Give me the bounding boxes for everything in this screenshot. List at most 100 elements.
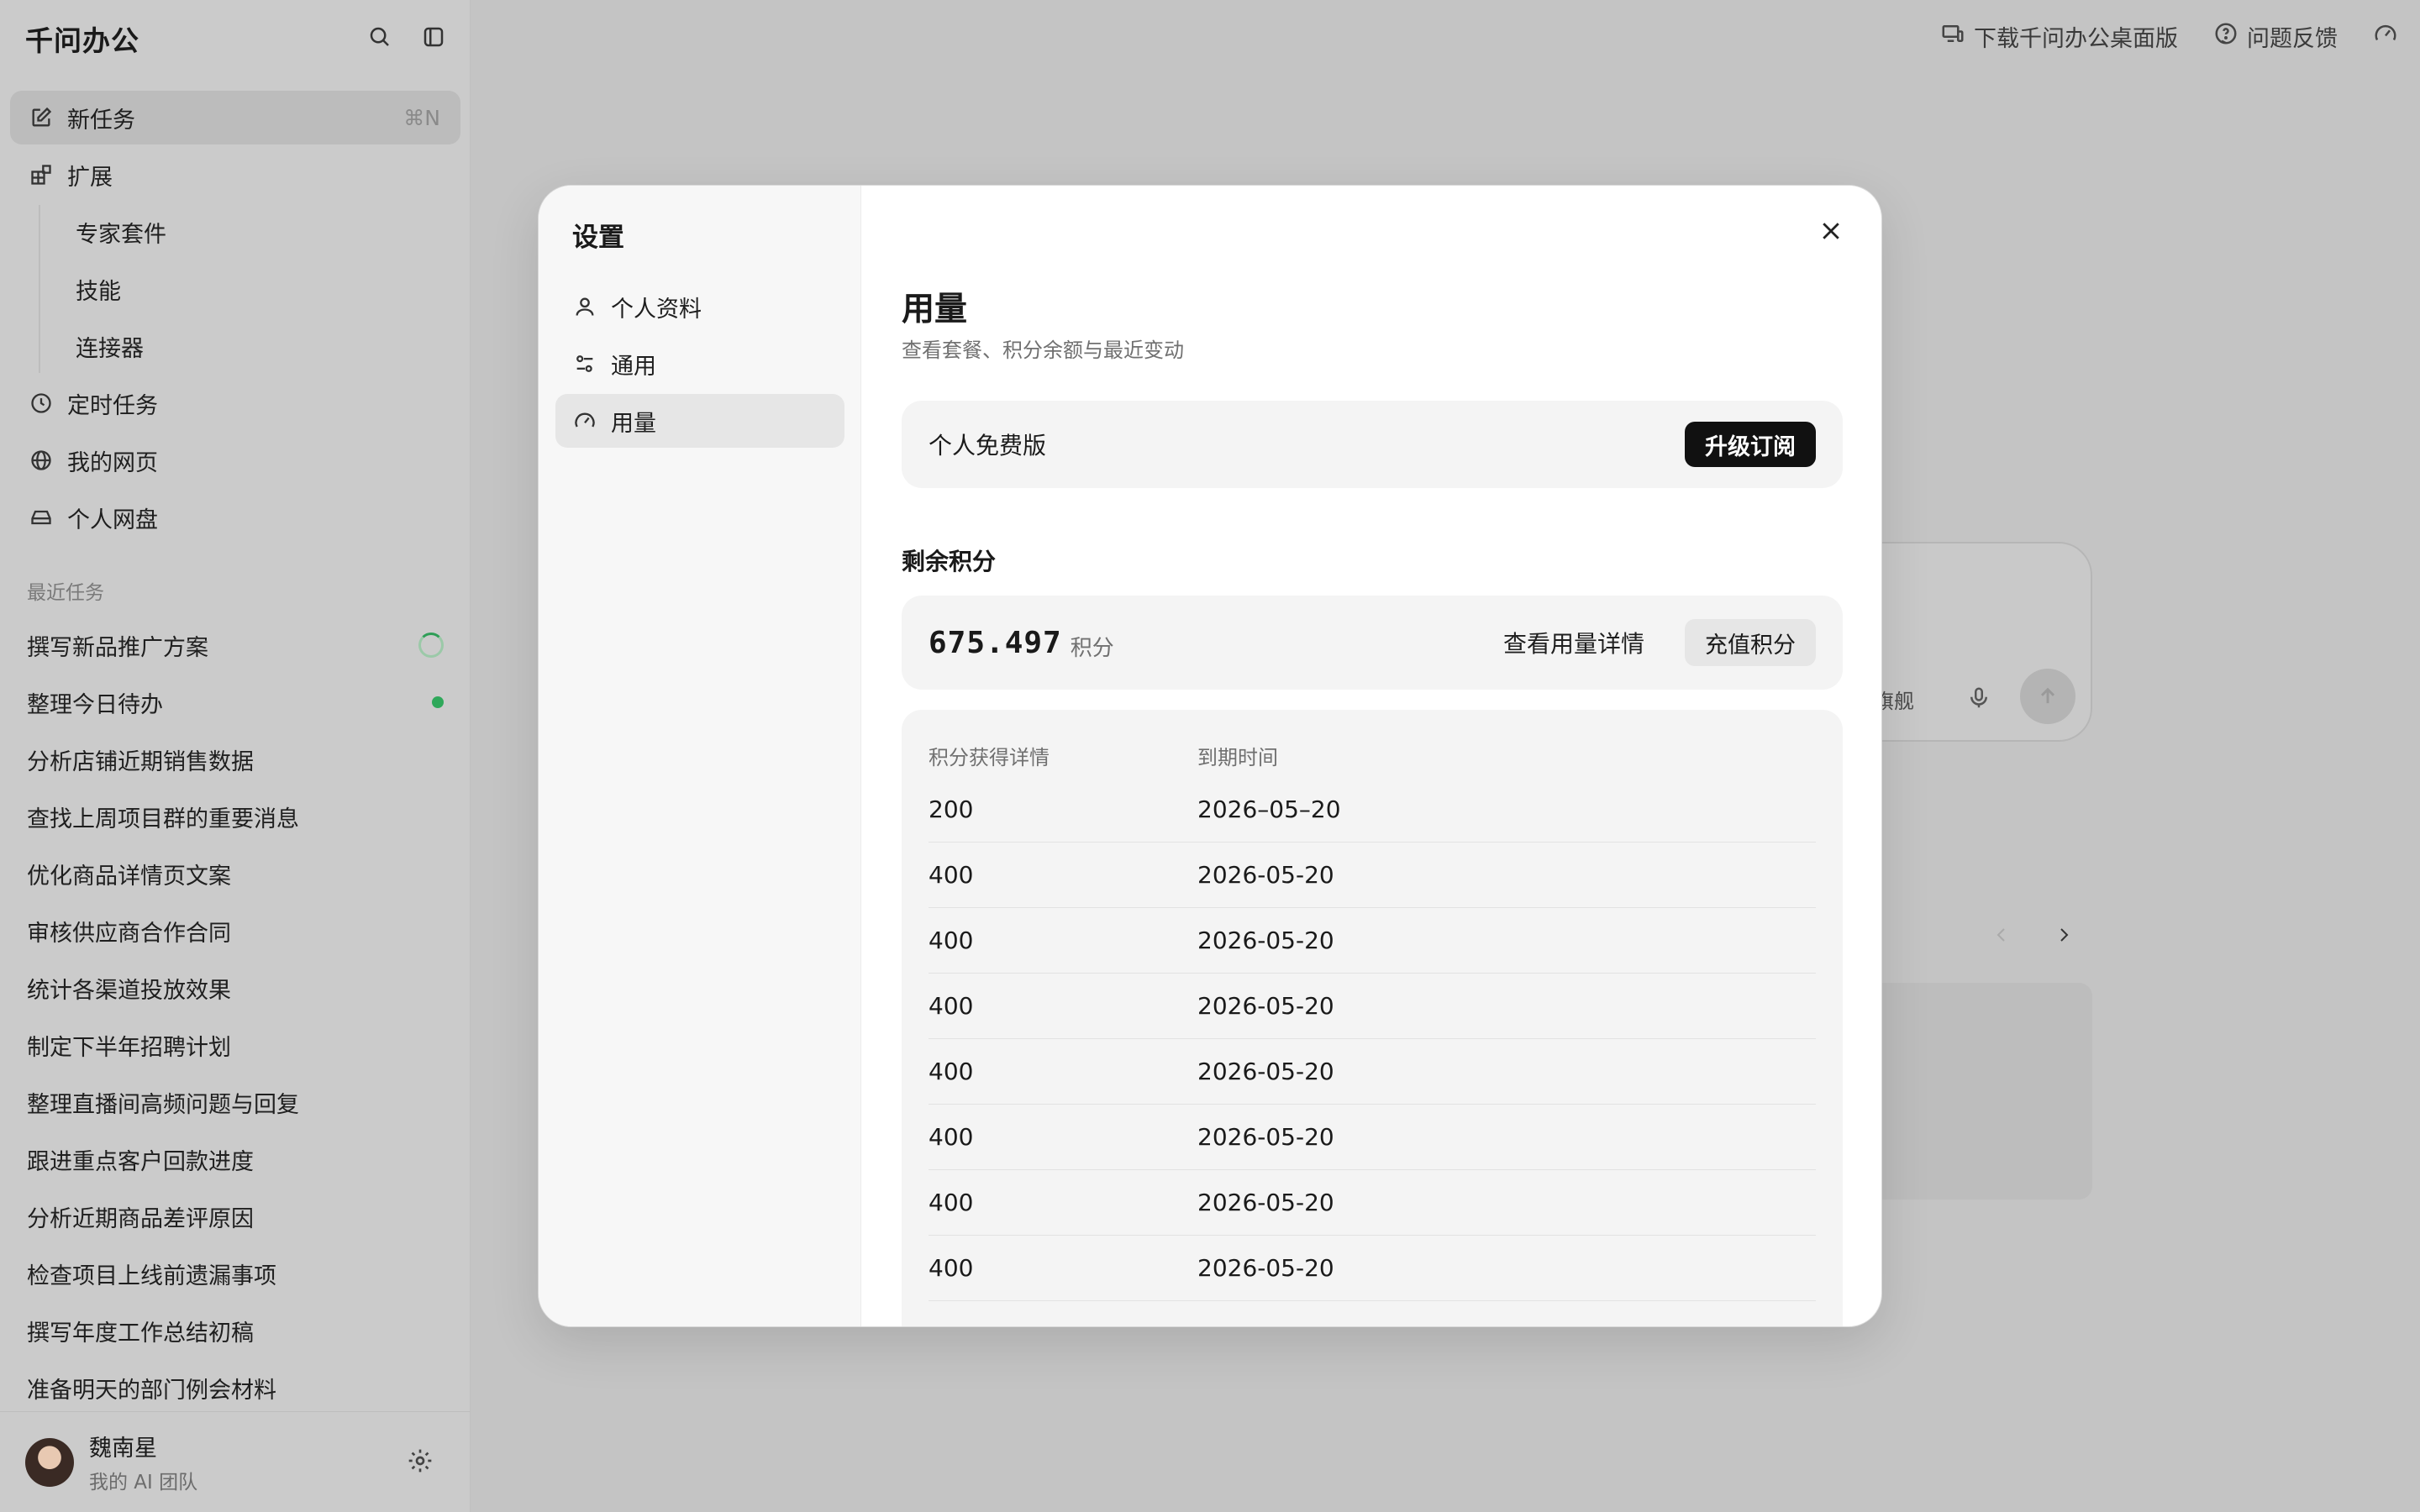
table-cell: 400 (929, 992, 974, 1020)
help-bubble-icon (2213, 21, 2238, 52)
list-item[interactable]: 制定下半年招聘计划 (10, 1016, 460, 1074)
user-name: 魏南星 (89, 1436, 157, 1462)
list-item[interactable]: 跟进重点客户回款进度 (10, 1131, 460, 1188)
clock-icon (27, 389, 55, 417)
loading-spinner-icon (418, 633, 444, 658)
usage-gauge-button[interactable] (2373, 21, 2398, 52)
remaining-points-title: 剩余积分 (902, 548, 997, 575)
table-cell: 2026-05-20 (1197, 1189, 1334, 1216)
points-unit: 积分 (1070, 635, 1114, 661)
sidebar-nav: 新任务 ⌘N 扩展 专家套件 技能 连接器 定时任务 我的网页 个人网盘 (10, 91, 460, 548)
usage-panel: 用量 查看套餐、积分余额与最近变动 个人免费版 升级订阅 剩余积分 675.49… (902, 186, 1843, 1326)
sidebar-item-label: 专家套件 (76, 221, 166, 248)
search-icon[interactable] (365, 22, 395, 52)
sidebar-item-extensions[interactable]: 扩展 (10, 148, 460, 202)
task-label: 统计各渠道投放效果 (27, 977, 231, 1004)
sidebar-item-label: 我的网页 (67, 449, 158, 476)
send-button (2020, 669, 2075, 724)
table-cell: 2026-05-20 (1197, 1123, 1334, 1151)
points-balance: 675.497 (929, 625, 1062, 660)
app-logo: 千问办公 (25, 24, 139, 57)
shortcut-hint: ⌘N (403, 105, 440, 130)
plan-card: 个人免费版 升级订阅 (902, 401, 1843, 488)
sidebar-item-personal-drive[interactable]: 个人网盘 (10, 491, 460, 544)
page-title: 用量 (902, 291, 968, 328)
column-header: 到期时间 (1197, 745, 1278, 769)
list-item[interactable]: 统计各渠道投放效果 (10, 959, 460, 1016)
table-cell: 2026-05-20 (1197, 927, 1334, 954)
tab-label: 用量 (611, 410, 656, 437)
table-row: 200 2026–05–20 (929, 769, 1816, 843)
list-item[interactable]: 检查项目上线前遗漏事项 (10, 1245, 460, 1302)
upgrade-subscription-button[interactable]: 升级订阅 (1685, 422, 1816, 467)
task-label: 准备明天的部门例会材料 (27, 1377, 276, 1404)
sidebar-item-label: 个人网盘 (67, 507, 158, 533)
tab-general[interactable]: 通用 (555, 337, 844, 391)
sidebar-toggle-icon[interactable] (418, 22, 449, 52)
recent-tasks-label: 最近任务 (27, 582, 104, 604)
tab-profile[interactable]: 个人资料 (555, 280, 844, 333)
table-cell: 400 (929, 1123, 974, 1151)
list-item[interactable]: 优化商品详情页文案 (10, 845, 460, 902)
list-item[interactable]: 分析近期商品差评原因 (10, 1188, 460, 1245)
extension-icon (27, 160, 55, 189)
recharge-points-button[interactable]: 充值积分 (1685, 619, 1816, 666)
sidebar-item-label: 扩展 (67, 164, 113, 191)
chevron-left-icon (1991, 922, 2012, 951)
sidebar-item-expert-kit[interactable]: 专家套件 (67, 205, 460, 259)
sidebar-item-connectors[interactable]: 连接器 (67, 319, 460, 373)
page-subtitle: 查看套餐、积分余额与最近变动 (902, 339, 1184, 362)
edit-icon (27, 103, 55, 132)
sidebar-item-skills[interactable]: 技能 (67, 262, 460, 316)
settings-title: 设置 (572, 223, 624, 253)
chevron-right-icon (2054, 922, 2074, 951)
list-item[interactable]: 整理今日待办 (10, 674, 460, 731)
table-cell: 2026-05-20 (1197, 861, 1334, 889)
user-profile-bar[interactable]: 魏南星 我的 AI 团队 (0, 1411, 471, 1512)
table-cell: 400 (929, 1254, 974, 1282)
download-label: 下载千问办公桌面版 (1974, 26, 2178, 52)
user-team: 我的 AI 团队 (89, 1472, 198, 1494)
tab-label: 通用 (611, 353, 656, 380)
sidebar-item-new-task[interactable]: 新任务 ⌘N (10, 91, 460, 144)
tab-usage[interactable]: 用量 (555, 394, 844, 448)
list-item[interactable]: 撰写年度工作总结初稿 (10, 1302, 460, 1359)
list-item[interactable]: 撰写新品推广方案 (10, 617, 460, 674)
sidebar: 千问办公 新任务 ⌘N 扩展 专家套件 技能 连接器 定时任务 我的网页 个人网… (0, 0, 471, 1512)
table-cell: 400 (929, 861, 974, 889)
points-table: 积分获得详情 到期时间 200 2026–05–20 400 2026-05-20 … (902, 710, 1843, 1326)
gear-icon[interactable] (407, 1447, 434, 1478)
extensions-submenu: 专家套件 技能 连接器 (10, 205, 460, 373)
table-cell: 2026–05–20 (1197, 795, 1341, 823)
task-label: 查找上周项目群的重要消息 (27, 806, 299, 832)
view-usage-details-button[interactable]: 查看用量详情 (1503, 626, 1644, 659)
settings-modal: 设置 个人资料 通用 用量 用量 查看套餐、积分余额与最近变动 个人免费版 升级… (538, 185, 1882, 1327)
table-cell: 2026-05-20 (1197, 1058, 1334, 1085)
sidebar-item-my-webpages[interactable]: 我的网页 (10, 433, 460, 487)
avatar (25, 1437, 74, 1487)
list-item[interactable]: 分析店铺近期销售数据 (10, 731, 460, 788)
list-item[interactable]: 准备明天的部门例会材料 (10, 1359, 460, 1416)
list-item[interactable]: 审核供应商合作合同 (10, 902, 460, 959)
monitor-icon (1940, 21, 1965, 52)
sidebar-item-scheduled-tasks[interactable]: 定时任务 (10, 376, 460, 430)
feedback-label: 问题反馈 (2247, 26, 2338, 52)
gauge-icon (572, 408, 597, 433)
list-item[interactable]: 查找上周项目群的重要消息 (10, 788, 460, 845)
task-label: 分析店铺近期销售数据 (27, 748, 254, 775)
list-item[interactable]: 整理直播间高频问题与回复 (10, 1074, 460, 1131)
status-dot-icon (432, 696, 444, 708)
table-cell: 2026-05-20 (1197, 1254, 1334, 1282)
topbar-actions: 下载千问办公桌面版 问题反馈 (1940, 20, 2398, 53)
table-cell: 200 (929, 795, 974, 823)
recent-task-list: 撰写新品推广方案 整理今日待办 分析店铺近期销售数据 查找上周项目群的重要消息 … (10, 617, 460, 1416)
user-icon (572, 294, 597, 319)
download-desktop-link[interactable]: 下载千问办公桌面版 (1940, 20, 2178, 53)
task-label: 制定下半年招聘计划 (27, 1034, 231, 1061)
sidebar-item-label: 定时任务 (67, 392, 158, 419)
feedback-link[interactable]: 问题反馈 (2213, 20, 2338, 53)
table-row: 400 2026-05-20 (929, 1031, 1816, 1105)
task-label: 跟进重点客户回款进度 (27, 1148, 254, 1175)
task-label: 撰写年度工作总结初稿 (27, 1320, 254, 1347)
task-label: 分析近期商品差评原因 (27, 1205, 254, 1232)
